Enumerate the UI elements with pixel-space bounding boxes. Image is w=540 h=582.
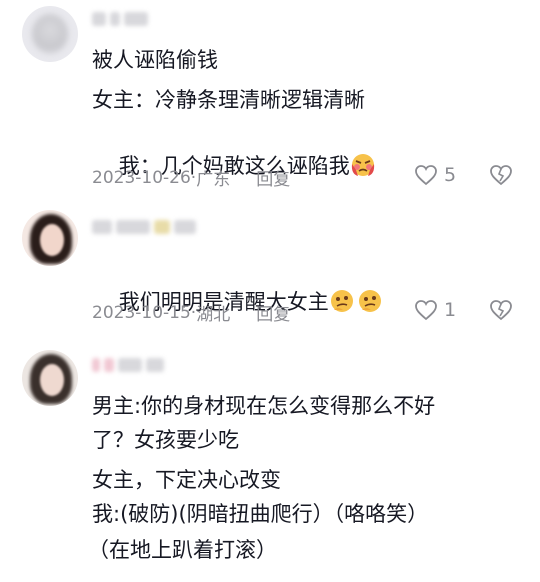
reply-button[interactable]: 回复	[256, 165, 290, 190]
avatar[interactable]	[22, 6, 78, 62]
comment-meta: 2023-10-26 · 广东 回复	[92, 165, 290, 191]
comment-text-line: 了？女孩要少吃	[92, 428, 239, 452]
like-count: 5	[444, 164, 457, 186]
like-count: 1	[444, 299, 457, 321]
broken-heart-icon	[490, 300, 512, 321]
like-button[interactable]: 1	[414, 299, 456, 321]
username-blurred[interactable]	[92, 218, 196, 236]
comment-text-line: 被人诬陷偷钱	[92, 48, 218, 72]
comment-date: 2023-10-15	[92, 302, 191, 323]
broken-heart-icon	[490, 165, 512, 186]
comment-meta: 2023-10-15 · 湖北 回复	[92, 300, 290, 326]
comment-text-line: 女主：冷静条理清晰逻辑清晰	[92, 88, 365, 112]
comment-location: 湖北	[196, 305, 231, 325]
comment-text-line: 男主:你的身材现在怎么变得那么不好	[92, 394, 436, 418]
heart-icon	[415, 165, 437, 186]
avatar[interactable]	[22, 210, 78, 266]
thinking-face-emoji	[358, 290, 381, 312]
comment-date: 2023-10-26	[92, 167, 191, 188]
comment-2: 我们明明是清醒大女主 2023-10-15 · 湖北 回复 1	[0, 200, 540, 340]
comment-text-line: 女主，下定决心改变	[92, 468, 281, 492]
angry-face-emoji	[351, 154, 374, 176]
comment-location: 广东	[196, 170, 231, 190]
like-button[interactable]: 5	[414, 164, 456, 186]
heart-icon	[415, 300, 437, 321]
comment-text-line: （在地上趴着打滚）	[88, 538, 277, 562]
username-blurred[interactable]	[92, 10, 148, 28]
avatar[interactable]	[22, 350, 78, 406]
dislike-button[interactable]	[488, 299, 514, 325]
comment-text-line: 我:(破防)(阴暗扭曲爬行）（咯咯笑）	[92, 502, 429, 526]
thinking-face-emoji	[330, 290, 353, 312]
username-blurred[interactable]	[92, 356, 164, 374]
dislike-button[interactable]	[488, 164, 514, 190]
reply-button[interactable]: 回复	[256, 300, 290, 325]
comment-3: 男主:你的身材现在怎么变得那么不好 了？女孩要少吃 女主，下定决心改变 我:(破…	[0, 340, 540, 582]
comment-1: 被人诬陷偷钱 女主：冷静条理清晰逻辑清晰 我：几个妈敢这么诬陷我 2023-10…	[0, 0, 540, 200]
